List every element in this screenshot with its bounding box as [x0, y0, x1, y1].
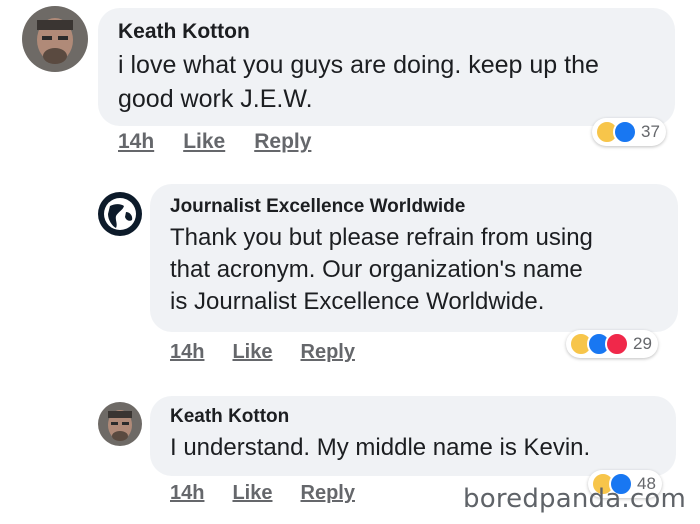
reaction-summary[interactable]: 29 [566, 330, 658, 358]
comment-text-line-1: i love what you guys are doing. keep up … [118, 51, 599, 79]
avatar[interactable] [22, 6, 88, 72]
like-button[interactable]: Like [232, 341, 272, 364]
comment-text-line-1: I understand. My middle name is Kevin. [170, 434, 591, 461]
avatar[interactable] [98, 402, 142, 446]
comment-text-line-2: that acronym. Our organization's name [170, 256, 583, 283]
reaction-count: 37 [641, 122, 660, 141]
comment-author[interactable]: Keath Kotton [170, 406, 656, 428]
globe-icon [99, 193, 141, 235]
comment-author[interactable]: Keath Kotton [118, 20, 655, 44]
comment-timestamp[interactable]: 14h [170, 341, 204, 364]
like-button[interactable]: Like [183, 130, 225, 154]
like-button[interactable]: Like [232, 482, 272, 505]
comment-text-line-3: is Journalist Excellence Worldwide. [170, 288, 545, 315]
watermark: boredpanda.com [463, 484, 686, 514]
like-reaction-icon [613, 120, 637, 144]
reply-button[interactable]: Reply [301, 341, 355, 364]
user-avatar-icon [98, 402, 142, 446]
comment-timestamp[interactable]: 14h [118, 130, 154, 154]
avatar[interactable] [98, 192, 142, 236]
reply-button[interactable]: Reply [254, 130, 311, 154]
reaction-count: 29 [633, 334, 652, 353]
reply-button[interactable]: Reply [301, 482, 355, 505]
comment-timestamp[interactable]: 14h [170, 482, 204, 505]
user-avatar-icon [22, 6, 88, 72]
comment-author[interactable]: Journalist Excellence Worldwide [170, 196, 658, 218]
comment-text-line-1: Thank you but please refrain from using [170, 224, 593, 251]
reaction-summary[interactable]: 37 [592, 118, 666, 146]
love-reaction-icon [605, 332, 629, 356]
comment-text-line-2: good work J.E.W. [118, 85, 313, 113]
